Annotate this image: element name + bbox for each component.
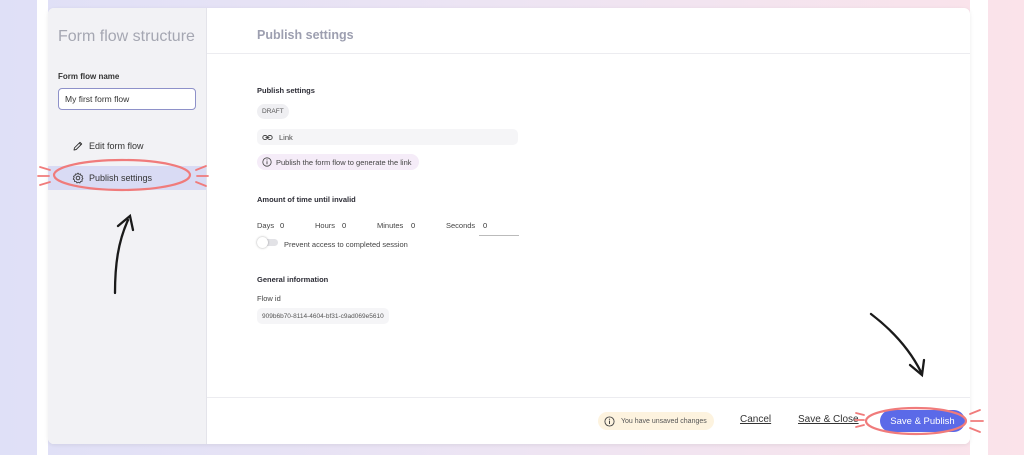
pencil-icon bbox=[72, 140, 84, 152]
sidebar: Form flow structure Form flow name Edit … bbox=[48, 8, 207, 444]
main-header: Publish settings bbox=[207, 8, 970, 54]
cancel-button[interactable]: Cancel bbox=[740, 414, 771, 425]
flow-id-value: 909b6b70-8114-4604-bf31-c9ad069e5610 bbox=[257, 308, 389, 324]
unsaved-changes-text: You have unsaved changes bbox=[621, 417, 707, 425]
save-close-button[interactable]: Save & Close bbox=[798, 414, 859, 425]
days-input[interactable]: 0 bbox=[280, 221, 284, 230]
prevent-access-toggle[interactable] bbox=[257, 237, 278, 248]
status-badge: DRAFT bbox=[257, 104, 289, 119]
sidebar-item-label: Publish settings bbox=[89, 173, 153, 183]
link-hint-text: Publish the form flow to generate the li… bbox=[276, 157, 412, 167]
seconds-label: Seconds bbox=[446, 221, 476, 230]
time-until-invalid-fields: Days 0 Hours 0 Minutes 0 Seconds 0 bbox=[257, 219, 519, 236]
footer-bar: You have unsaved changes Cancel Save & C… bbox=[207, 397, 970, 444]
sidebar-item-label: Edit form flow bbox=[89, 141, 144, 151]
form-flow-name-label: Form flow name bbox=[58, 72, 120, 81]
hours-label: Hours bbox=[315, 221, 336, 230]
link-hint: Publish the form flow to generate the li… bbox=[257, 154, 419, 170]
minutes-input[interactable]: 0 bbox=[411, 221, 415, 230]
left-margin-strip bbox=[37, 0, 48, 455]
sidebar-item-publish-settings[interactable]: Publish settings bbox=[48, 166, 206, 190]
form-flow-editor: Form flow structure Form flow name Edit … bbox=[48, 8, 970, 444]
minutes-label: Minutes bbox=[377, 221, 404, 230]
seconds-input[interactable]: 0 bbox=[483, 221, 487, 230]
sidebar-item-edit-form-flow[interactable]: Edit form flow bbox=[48, 134, 206, 158]
time-until-invalid-heading: Amount of time until invalid bbox=[257, 195, 356, 204]
flow-id-label: Flow id bbox=[257, 294, 281, 303]
prevent-access-label: Prevent access to completed session bbox=[284, 240, 408, 249]
right-margin-strip bbox=[970, 0, 988, 455]
toggle-knob bbox=[257, 237, 268, 248]
page-title: Publish settings bbox=[257, 28, 354, 42]
link-field[interactable]: Link bbox=[257, 129, 518, 145]
info-icon bbox=[262, 157, 272, 167]
form-flow-name-input[interactable] bbox=[58, 88, 196, 110]
unsaved-changes-notice: You have unsaved changes bbox=[598, 412, 714, 430]
save-publish-button[interactable]: Save & Publish bbox=[880, 410, 965, 432]
general-information-heading: General information bbox=[257, 275, 329, 284]
main-panel: Publish settings Publish settings DRAFT … bbox=[207, 8, 970, 444]
info-icon bbox=[604, 415, 615, 427]
sidebar-title: Form flow structure bbox=[58, 28, 195, 45]
hours-input[interactable]: 0 bbox=[342, 221, 346, 230]
publish-settings-heading: Publish settings bbox=[257, 86, 315, 95]
days-label: Days bbox=[257, 221, 275, 230]
link-icon bbox=[262, 132, 273, 143]
link-label: Link bbox=[279, 132, 293, 142]
gear-icon bbox=[72, 172, 84, 184]
